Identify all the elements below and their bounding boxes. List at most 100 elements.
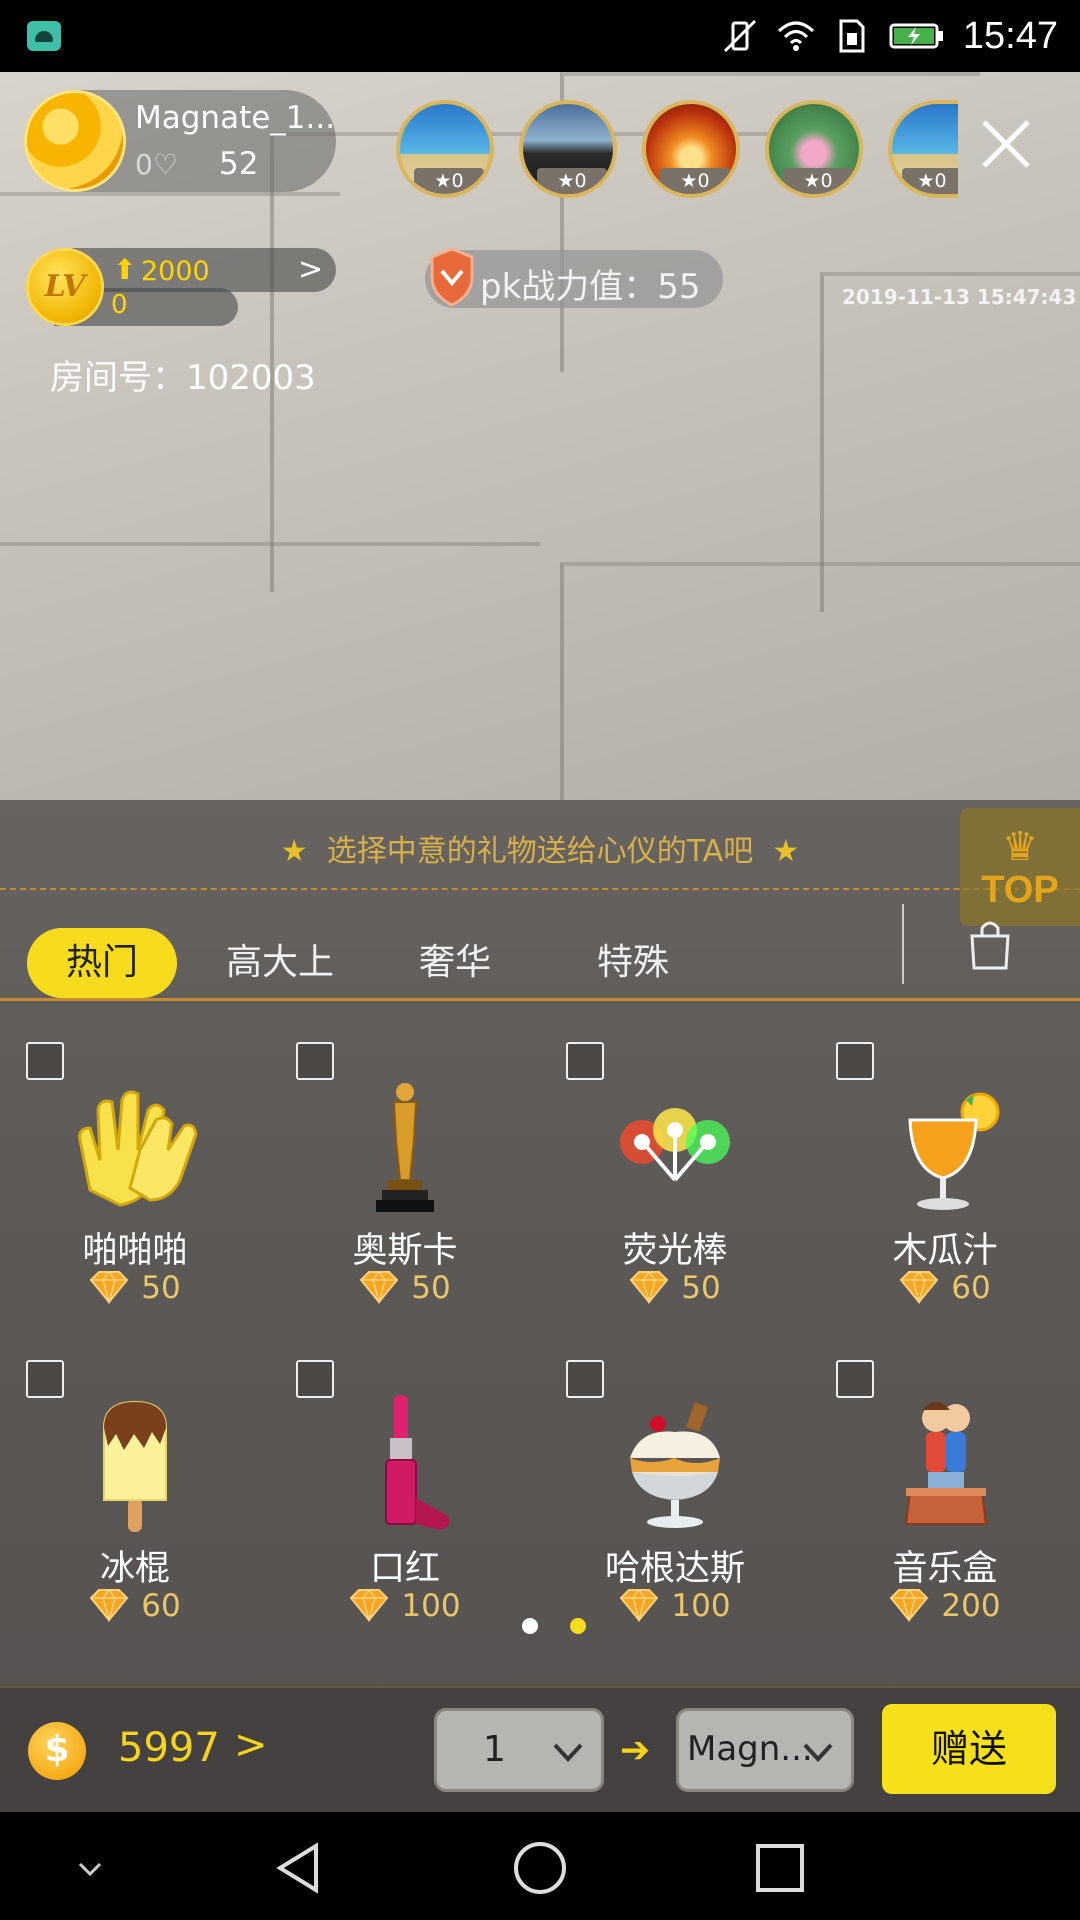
star-icon: ★ bbox=[557, 170, 575, 192]
chevron-down-icon bbox=[803, 1743, 833, 1762]
tab-luxury[interactable]: 奢华 bbox=[400, 928, 510, 998]
gift-item[interactable]: 荧光棒 50 bbox=[540, 1000, 810, 1320]
wifi-icon bbox=[777, 21, 814, 51]
papaya-juice-icon bbox=[908, 1092, 1000, 1210]
diamond-icon bbox=[890, 1588, 929, 1622]
gift-item[interactable]: 木瓜汁 60 bbox=[810, 1000, 1080, 1320]
diamond-icon bbox=[89, 1588, 129, 1622]
divider bbox=[0, 888, 1080, 890]
gift-name: 木瓜汁 bbox=[892, 1231, 998, 1271]
lipstick-icon bbox=[385, 1395, 449, 1530]
recipient-select[interactable]: Magn... bbox=[676, 1708, 854, 1792]
level-value: 0 bbox=[111, 290, 128, 320]
chevron-right-icon[interactable]: > bbox=[298, 252, 323, 287]
host-avatar[interactable] bbox=[24, 90, 126, 192]
viewer-avatar[interactable]: ★0 bbox=[765, 100, 863, 198]
quantity-select[interactable]: 1 bbox=[434, 1708, 604, 1792]
host-like-count: 52 bbox=[219, 146, 259, 182]
effect-tag-icon bbox=[26, 1360, 64, 1398]
arrow-up-icon: ⬆ bbox=[113, 253, 137, 286]
gift-name: 口红 bbox=[369, 1549, 440, 1589]
viewer-avatar[interactable]: ★0 bbox=[519, 100, 617, 198]
back-icon[interactable] bbox=[272, 1840, 328, 1896]
gift-price: 60 bbox=[0, 1588, 270, 1624]
close-icon[interactable] bbox=[978, 116, 1034, 172]
gift-item[interactable]: 冰棍 60 bbox=[0, 1318, 270, 1638]
viewer-avatar[interactable]: ★0 bbox=[642, 100, 740, 198]
crown-icon: ♛ bbox=[1002, 824, 1038, 870]
gift-item[interactable]: 口红 100 bbox=[270, 1318, 540, 1638]
diamond-icon bbox=[350, 1588, 389, 1622]
vibrate-off-icon bbox=[723, 19, 756, 53]
recipient-value: Magn... bbox=[687, 1729, 813, 1769]
page-dot[interactable] bbox=[570, 1618, 586, 1634]
gift-price: 200 bbox=[810, 1588, 1080, 1624]
ice-cream-sundae-icon bbox=[630, 1402, 720, 1528]
effect-tag-icon bbox=[566, 1360, 604, 1398]
star-icon: ★ bbox=[917, 170, 935, 192]
gift-price: 50 bbox=[540, 1270, 810, 1306]
arrow-right-icon: ➔ bbox=[620, 1730, 651, 1771]
gift-item[interactable]: 音乐盒 200 bbox=[810, 1318, 1080, 1638]
android-app-icon bbox=[27, 21, 61, 51]
diamond-icon bbox=[359, 1270, 399, 1304]
level-badge-icon: LV bbox=[26, 248, 104, 326]
gift-name: 冰棍 bbox=[99, 1549, 170, 1589]
chevron-down-icon[interactable] bbox=[62, 1840, 118, 1896]
chevron-right-icon[interactable]: > bbox=[234, 1722, 268, 1768]
gift-price: 50 bbox=[0, 1270, 270, 1306]
pk-power-text: pk战力值：55 bbox=[480, 267, 701, 307]
heart-count: 0 bbox=[135, 148, 153, 181]
shopping-bag-icon[interactable] bbox=[968, 918, 1012, 970]
viewer-badge: 0 bbox=[451, 170, 464, 192]
gift-name: 荧光棒 bbox=[622, 1231, 728, 1271]
star-icon: ★ bbox=[680, 170, 698, 192]
quantity-value: 1 bbox=[483, 1729, 506, 1770]
diamond-icon bbox=[89, 1270, 129, 1304]
sim-card-icon bbox=[839, 19, 865, 53]
host-name: Magnate_1... bbox=[135, 100, 336, 136]
gift-name: 啪啪啪 bbox=[82, 1231, 188, 1271]
status-bar: 15:47 bbox=[0, 0, 1080, 72]
gift-price: 50 bbox=[270, 1270, 540, 1306]
viewer-badge: 0 bbox=[574, 170, 587, 192]
effect-tag-icon bbox=[566, 1042, 604, 1080]
diamond-icon bbox=[629, 1270, 669, 1304]
page-indicator bbox=[522, 1618, 592, 1636]
divider bbox=[902, 904, 904, 984]
star-icon: ★ bbox=[803, 170, 821, 192]
gift-item[interactable]: 啪啪啪 50 bbox=[0, 1000, 270, 1320]
viewer-avatar[interactable]: ★0 bbox=[396, 100, 494, 198]
battery-charging-icon bbox=[889, 23, 943, 49]
effect-tag-icon bbox=[836, 1042, 874, 1080]
music-box-icon bbox=[904, 1402, 988, 1525]
gift-panel-hint: ★ 选择中意的礼物送给心仪的TA吧 ★ bbox=[280, 834, 800, 869]
recents-icon[interactable] bbox=[752, 1840, 808, 1896]
gift-item[interactable]: 奥斯卡 50 bbox=[270, 1000, 540, 1320]
tab-hot[interactable]: 热门 bbox=[27, 928, 177, 998]
shield-icon bbox=[430, 247, 474, 307]
popsicle-icon bbox=[103, 1400, 167, 1532]
clock: 15:47 bbox=[962, 14, 1058, 57]
coin-balance[interactable]: 5997 bbox=[118, 1725, 220, 1771]
star-icon: ★ bbox=[434, 170, 452, 192]
page-dot[interactable] bbox=[522, 1618, 538, 1634]
effect-tag-icon bbox=[296, 1360, 334, 1398]
home-icon[interactable] bbox=[512, 1840, 568, 1896]
coin-icon: $ bbox=[28, 1722, 86, 1780]
room-number: 房间号：102003 bbox=[50, 358, 316, 398]
gift-price: 60 bbox=[810, 1270, 1080, 1306]
tab-special[interactable]: 特殊 bbox=[578, 928, 688, 998]
gift-name: 哈根达斯 bbox=[604, 1549, 745, 1589]
viewer-badge: 0 bbox=[820, 170, 833, 192]
system-nav-bar bbox=[0, 1812, 1080, 1920]
gift-price: 100 bbox=[270, 1588, 540, 1624]
effect-tag-icon bbox=[26, 1042, 64, 1080]
gift-name: 音乐盒 bbox=[892, 1549, 998, 1589]
send-gift-button[interactable]: 赠送 bbox=[882, 1704, 1056, 1794]
effect-tag-icon bbox=[836, 1360, 874, 1398]
diamond-icon bbox=[899, 1270, 939, 1304]
gift-item[interactable]: 哈根达斯 100 bbox=[540, 1318, 810, 1638]
tab-premium[interactable]: 高大上 bbox=[210, 928, 350, 998]
glow-stick-icon bbox=[620, 1108, 730, 1182]
